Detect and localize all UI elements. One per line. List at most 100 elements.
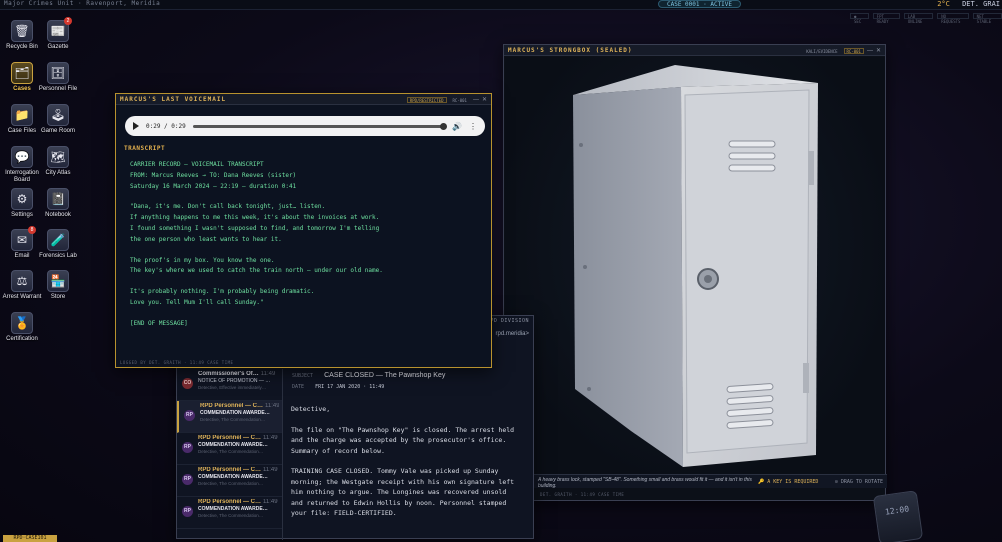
status-chip: ● SEC [850, 13, 869, 24]
case-status-pill[interactable]: CASE 0001 · ACTIVE [658, 0, 742, 8]
more-options-icon[interactable]: ⋮ [469, 122, 477, 131]
desktop-icon-notebook[interactable]: 📓 Notebook [36, 188, 80, 219]
minimize-icon[interactable]: — [867, 48, 873, 54]
email-body-line: Summary of record below. [291, 446, 385, 455]
email-sender: RPD Personnel — C… 11:49 [198, 499, 278, 505]
email-time: 11:49 [263, 467, 278, 473]
transcript-line: I found something I wasn't supposed to f… [130, 224, 380, 232]
email-time: 11:49 [263, 435, 278, 441]
email-list-subject: COMMENDATION AWARDE… [198, 442, 268, 448]
sender-avatar: RP [184, 410, 195, 421]
rotate-hint: ⊙ DRAG TO ROTATE [834, 479, 883, 485]
email-body-line: your file: FIELD-CERTIFIED. [291, 509, 397, 517]
status-chip: LAB ONLINE [903, 13, 934, 24]
folder-icon: 📁 [11, 104, 33, 126]
email-list-item[interactable]: RP RPD Personnel — C… 11:49 COMMENDATION AW… [177, 433, 282, 465]
strongbox-window[interactable]: MARCUS'S STRONGBOX (SEALED) KALI/EVIDENC… [503, 44, 887, 501]
mail-icon: ✉ 8 [11, 226, 36, 251]
email-sender: Commissioner's Of… 11:49 [198, 371, 276, 377]
email-message-list[interactable]: CO Commissioner's Of… 11:49 NOTICE OF PROMO… [177, 369, 283, 540]
top-bar: Major Crimes Unit · Ravenport, Meridia C… [0, 0, 1002, 10]
desktop-icon-store[interactable]: 🏪 Store [36, 270, 80, 301]
email-body-line: The file on "The Pawnshop Key" is closed… [291, 425, 515, 434]
voicemail-footer: LOGGED BY DET. GRAITH · 11:49 CASE TIME [120, 360, 234, 365]
strongbox-description: A heavy brass lock, stamped "SB-48". Som… [538, 477, 752, 489]
volume-icon[interactable]: 🔊 [452, 122, 462, 131]
email-subject: CASE CLOSED — The Pawnshop Key [324, 372, 446, 379]
top-right-status: 2°C DET. GRAI [937, 0, 1000, 8]
desktop-icon-personnel-file[interactable]: 🗄 Personnel File [36, 62, 80, 93]
phone-widget[interactable]: 12:00 [872, 490, 924, 542]
transcript-line: The key's where we used to catch the tra… [130, 267, 383, 275]
email-list-subject: COMMENDATION AWARDE… [198, 506, 268, 512]
email-list-item[interactable]: CO Commissioner's Of… 11:49 NOTICE OF PROMO… [177, 369, 282, 401]
email-body: Detective, The file on "The Pawnshop Key"… [291, 404, 527, 519]
email-list-item[interactable]: RP RPD Personnel — C… 11:49 COMMENDATION AW… [177, 465, 282, 497]
minimize-icon[interactable]: — [473, 97, 479, 103]
scales-icon: ⚖ [11, 270, 33, 292]
notebook-icon: 📓 [47, 188, 69, 210]
close-icon[interactable]: ✕ [876, 47, 881, 54]
locker-render[interactable] [505, 57, 885, 475]
status-chip: FPT READY [872, 13, 900, 24]
desktop-icon-label: Certification [6, 336, 38, 342]
email-body-line: Detective, [291, 405, 331, 413]
date-label: DATE [292, 384, 305, 390]
case-tag: RC-001 [452, 97, 467, 103]
desktop-icon-label: Personnel File [38, 86, 78, 92]
desktop-icon-game-room[interactable]: 🕹 Game Room [36, 104, 80, 135]
transcript-line [130, 309, 480, 319]
desktop-icon-label: Forensics Lab [39, 253, 77, 259]
email-body-line [291, 415, 527, 425]
notification-badge: 2 [64, 17, 72, 25]
email-preview: Detective, The Commendation… [200, 417, 266, 422]
transcript-line: The proof's in my box. You know the one. [130, 256, 275, 264]
voicemail-titlebar[interactable]: MARCUS'S LAST VOICEMAIL RPD/RESTRICTED R… [116, 94, 491, 105]
email-time: 11:49 [265, 403, 279, 409]
email-body-line: and the charge was accepted by the prose… [291, 436, 507, 444]
transcript-line: Love you. Tell Mum I'll call Sunday." [130, 298, 264, 306]
audio-player[interactable]: 0:29 / 0:29 🔊 ⋮ [125, 116, 485, 136]
email-date: FRI 17 JAN 2020 · 11:49 [315, 384, 385, 390]
status-chip: NO REQUESTS [937, 13, 969, 24]
transcript-line: If anything happens to me this week, it'… [130, 214, 380, 222]
strongbox-titlebar[interactable]: MARCUS'S STRONGBOX (SEALED) KALI/EVIDENC… [504, 45, 885, 56]
key-required-label: 🔑 A KEY IS REQUIRED [758, 479, 819, 485]
transcript-line: the one person who least wants to hear i… [130, 235, 282, 243]
status-strip: ● SEC FPT READY LAB ONLINE NO REQUESTS N… [850, 13, 1002, 24]
newspaper-icon: 📰 2 [47, 17, 72, 42]
transcript-line: CARRIER RECORD — VOICEMAIL TRANSCRIPT [130, 161, 264, 168]
folder-icon: 🗂 [11, 62, 33, 84]
strongbox-footer: DET. GRAITH · 11:49 CASE TIME [540, 492, 625, 497]
strongbox-3d-view[interactable] [505, 57, 885, 475]
email-preview: Detective, The Commendation… [198, 481, 264, 486]
email-list-item[interactable]: RP RPD Personnel — C… 11:49 COMMENDATION AW… [177, 401, 282, 433]
email-address: rpd.meridia> [495, 331, 529, 337]
desktop-icon-label: Game Room [40, 128, 75, 134]
detective-name[interactable]: DET. GRAI [962, 0, 1000, 8]
email-body-line: morning; the Westgate receipt with his o… [291, 477, 515, 486]
email-preview: Detective, The Commendation… [198, 449, 264, 454]
subject-row: SUBJECT CASE CLOSED — The Pawnshop Key [292, 372, 445, 379]
email-body-line: and returned to Edwin Hollis by noon. Pe… [291, 498, 507, 507]
transcript-line: FROM: Marcus Reeves → TO: Dana Reeves (s… [130, 171, 297, 179]
play-icon[interactable] [133, 122, 139, 130]
progress-knob[interactable] [440, 122, 448, 130]
bottom-tag[interactable]: RPD·CASE101 [3, 535, 57, 542]
trash-icon: 🗑 [11, 20, 33, 42]
email-list-item[interactable]: RP RPD Personnel — C… 11:49 COMMENDATION AW… [177, 497, 282, 529]
email-list-subject: NOTICE OF PROMOTION — … [198, 378, 271, 384]
desktop-icon-city-atlas[interactable]: 🗺 City Atlas [36, 146, 80, 177]
cabinet-icon: 🗄 [47, 62, 69, 84]
desktop-icon-certification[interactable]: 🏅 Certification [0, 312, 44, 343]
transcript-line: "Dana, it's me. Don't call back tonight,… [130, 203, 326, 211]
close-icon[interactable]: ✕ [482, 96, 487, 103]
unit-subtitle: Major Crimes Unit · Ravenport, Meridia [4, 0, 161, 7]
temperature: 2°C [937, 0, 950, 8]
email-body-line: TRAINING CASE CLOSED. Tommy Vale was pic… [291, 467, 499, 475]
voicemail-window[interactable]: MARCUS'S LAST VOICEMAIL RPD/RESTRICTED R… [115, 93, 492, 368]
desktop-icon-forensics-lab[interactable]: 🧪 Forensics Lab [36, 229, 80, 260]
audio-progress-slider[interactable] [192, 122, 448, 130]
desktop-icon-gazette[interactable]: 📰 2 Gazette [36, 17, 80, 51]
sender-avatar: RP [182, 474, 193, 485]
